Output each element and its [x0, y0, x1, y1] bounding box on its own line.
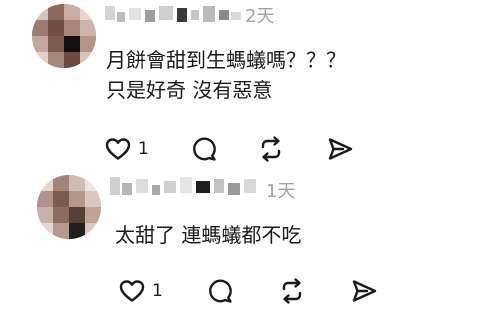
comment-icon [190, 135, 218, 163]
heart-icon [104, 135, 132, 163]
avatar[interactable] [37, 175, 101, 239]
like-button[interactable]: 1 [104, 133, 149, 165]
reply-button[interactable] [206, 275, 234, 307]
comment-item: 2天 月餅會甜到生螞蟻嗎？？？ 只是好奇 沒有惡意 1 [0, 0, 500, 165]
repost-button[interactable] [278, 275, 306, 307]
avatar[interactable] [32, 4, 96, 68]
comment-icon [206, 277, 234, 305]
share-button[interactable] [350, 275, 378, 307]
like-button[interactable]: 1 [118, 275, 163, 307]
comment-timestamp: 1天 [266, 181, 296, 202]
share-button[interactable] [326, 133, 354, 165]
comment-text-line: 只是好奇 沒有惡意 [106, 78, 273, 102]
heart-icon [118, 277, 146, 305]
repost-icon [257, 135, 285, 163]
comment-text-line: 太甜了 連螞蟻都不吃 [115, 223, 302, 247]
comment-text: 月餅會甜到生螞蟻嗎？？？ 只是好奇 沒有惡意 [106, 45, 346, 105]
comment-item: 1天 太甜了 連螞蟻都不吃 1 [0, 165, 500, 322]
like-count: 1 [138, 139, 149, 159]
reply-button[interactable] [190, 133, 218, 165]
share-icon [326, 135, 354, 163]
username-blurred[interactable] [105, 2, 243, 28]
username-blurred[interactable] [110, 175, 260, 201]
comment-timestamp: 2天 [245, 6, 275, 27]
repost-icon [278, 277, 306, 305]
repost-button[interactable] [257, 133, 285, 165]
comment-text-line: 月餅會甜到生螞蟻嗎？？？ [106, 48, 346, 72]
share-icon [350, 277, 378, 305]
comment-text: 太甜了 連螞蟻都不吃 [115, 220, 301, 250]
like-count: 1 [152, 281, 163, 301]
